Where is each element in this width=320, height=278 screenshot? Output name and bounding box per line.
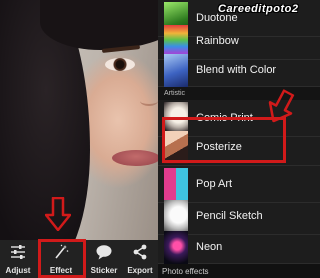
eye [105, 58, 135, 71]
watermark-text: Careeditpoto2 [218, 3, 299, 15]
neon-thumbnail [164, 231, 188, 264]
effect-item-blend-with-color[interactable]: Blend with Color [158, 52, 320, 87]
share-icon [133, 244, 147, 260]
effect-highlight-box [38, 239, 86, 278]
posterize-highlight-box [162, 117, 286, 163]
lips [112, 150, 158, 166]
blend-with-color-thumbnail [164, 54, 188, 87]
export-label: Export [127, 266, 153, 275]
effect-item-label: Pencil Sketch [196, 210, 263, 222]
speech-bubble-icon [96, 245, 112, 260]
effect-item-label: Pop Art [196, 178, 233, 190]
adjust-label: Adjust [5, 266, 31, 275]
sticker-button[interactable]: Sticker [86, 240, 122, 278]
red-arrow-down-icon [45, 197, 71, 231]
export-button[interactable]: Export [122, 240, 158, 278]
sliders-icon [11, 245, 25, 259]
nose [140, 96, 158, 106]
effect-item-neon[interactable]: Neon [158, 229, 320, 264]
effect-item-label: Neon [196, 241, 223, 253]
effect-item-label: Rainbow [196, 35, 239, 47]
adjust-button[interactable]: Adjust [0, 240, 36, 278]
photo-preview [0, 0, 158, 240]
photo-effects-footer: Photo effects [158, 264, 320, 278]
effect-item-label: Blend with Color [196, 64, 277, 76]
sticker-label: Sticker [90, 266, 118, 275]
pop-art-thumbnail [164, 168, 188, 201]
